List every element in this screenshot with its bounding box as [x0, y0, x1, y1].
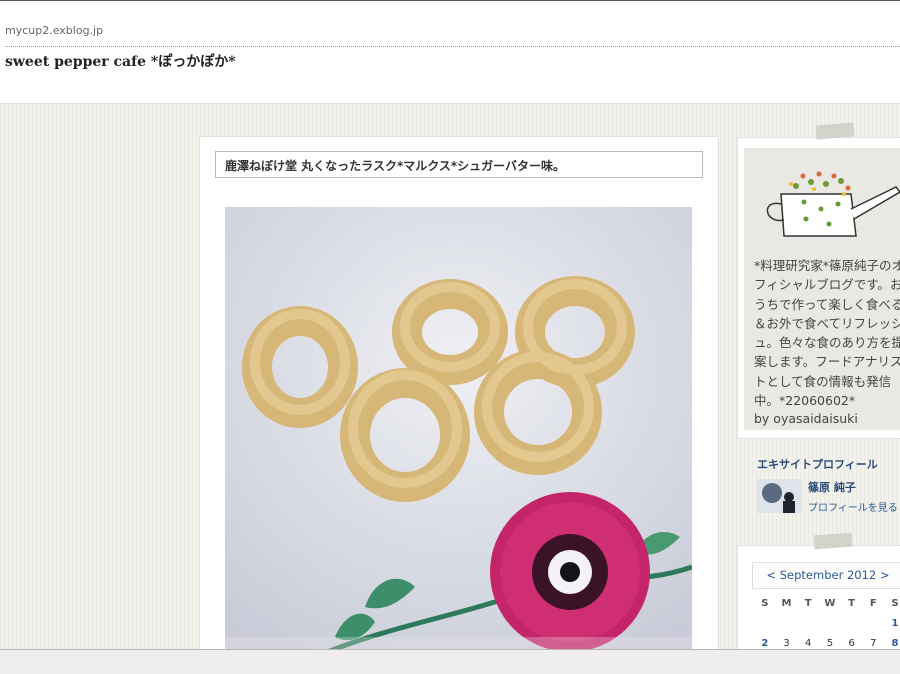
- calendar-day: [797, 618, 819, 638]
- rusk-photo-image: [225, 207, 692, 657]
- tape-decoration: [815, 122, 855, 140]
- calendar-month-nav[interactable]: < September 2012 >: [752, 562, 900, 589]
- site-title[interactable]: sweet pepper cafe *ぽっかぽか*: [5, 51, 236, 71]
- calendar-day: [754, 618, 776, 638]
- post-title[interactable]: 鹿澤ねぼけ堂 丸くなったラスク*マルクス*シュガーバター味。: [225, 157, 565, 174]
- calendar-day: [862, 618, 884, 638]
- post-title-box: 鹿澤ねぼけ堂 丸くなったラスク*マルクス*シュガーバター味。: [215, 151, 703, 178]
- tape-decoration: [813, 532, 853, 550]
- weekday-label: W: [824, 598, 836, 609]
- calendar-day: [841, 618, 863, 638]
- weekday-label: S: [891, 598, 899, 609]
- profile-description: *料理研究家*篠原純子のオフィシャルブログです。おうちで作って楽しく食べる＆お外…: [754, 258, 900, 409]
- browser-status-bar: [0, 649, 900, 674]
- weekday-label: T: [804, 598, 812, 609]
- weekday-label: F: [869, 598, 877, 609]
- blog-post: 鹿澤ねぼけ堂 丸くなったラスク*マルクス*シュガーバター味。: [199, 136, 719, 658]
- avatar-image: [757, 479, 802, 513]
- profile-box: *料理研究家*篠原純子のオフィシャルブログです。おうちで作って楽しく食べる＆お外…: [744, 148, 900, 430]
- sidebar-calendar-panel: < September 2012 > S M T W T F S 1 2 3 4…: [737, 532, 900, 657]
- calendar-day-link[interactable]: 1: [884, 618, 900, 638]
- blog-header: mycup2.exblog.jp sweet pepper cafe *ぽっかぽ…: [0, 1, 900, 103]
- weekday-label: M: [781, 598, 792, 609]
- watering-can-illustration: [766, 171, 900, 237]
- calendar-week-row: 1: [754, 618, 900, 638]
- view-profile-link[interactable]: プロフィールを見る: [808, 499, 898, 514]
- calendar-weekday-row: S M T W T F S: [754, 598, 900, 618]
- excite-profile-heading: エキサイトプロフィール: [757, 458, 878, 471]
- author-name[interactable]: 篠原 純子: [808, 479, 856, 495]
- blog-domain[interactable]: mycup2.exblog.jp: [5, 24, 103, 37]
- profile-author-line: by oyasaidaisuki: [754, 411, 858, 426]
- post-photo[interactable]: [225, 207, 692, 657]
- weekday-label: T: [848, 598, 855, 609]
- calendar-day: [776, 618, 798, 638]
- weekday-label: S: [761, 598, 769, 609]
- author-avatar[interactable]: [757, 479, 802, 513]
- header-divider: [5, 46, 900, 47]
- sidebar-profile-panel: *料理研究家*篠原純子のオフィシャルブログです。おうちで作って楽しく食べる＆お外…: [737, 122, 900, 439]
- calendar-day: [819, 618, 841, 638]
